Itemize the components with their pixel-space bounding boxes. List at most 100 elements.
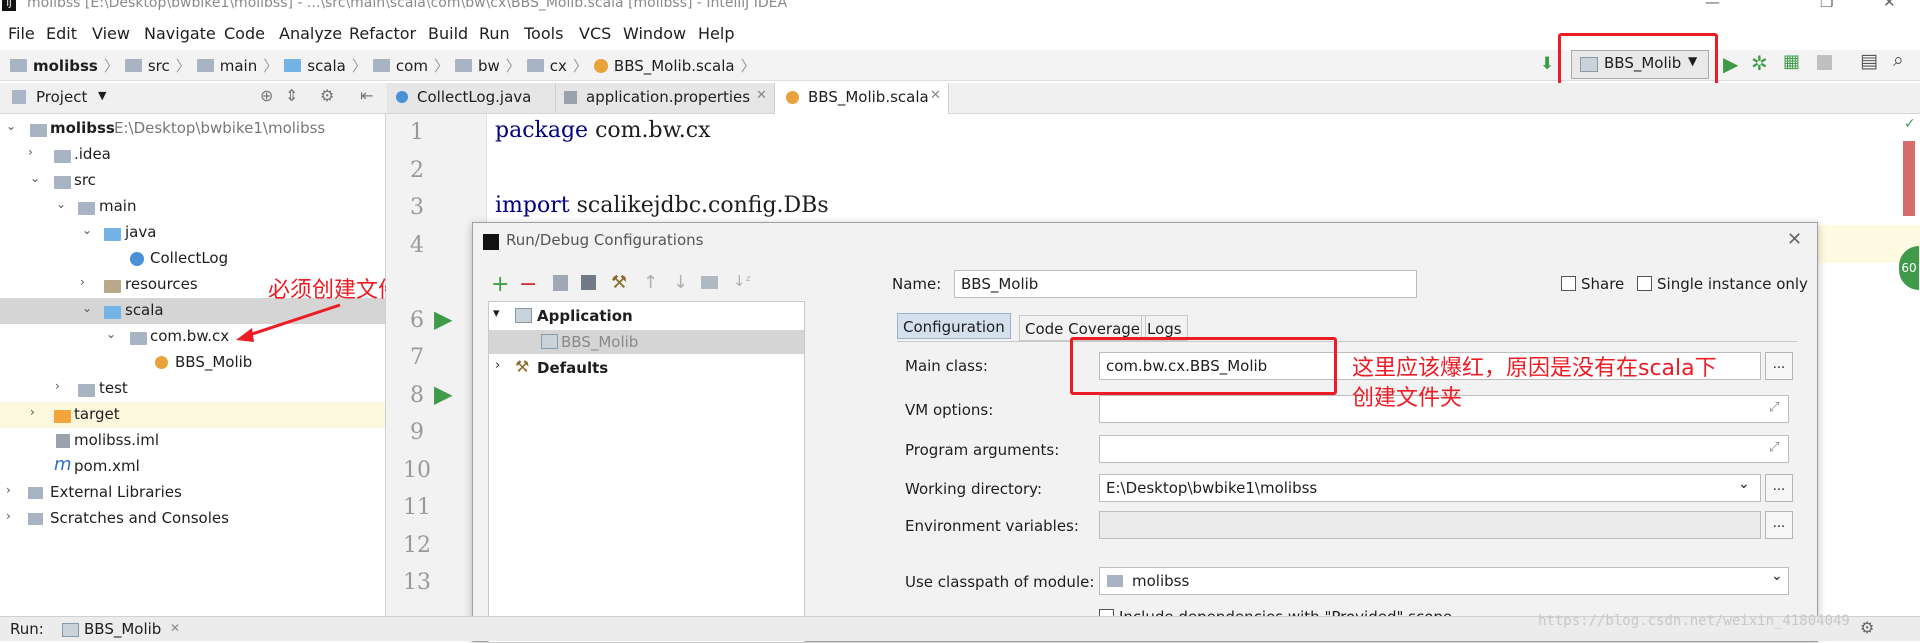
tree-item-molibss[interactable]: ⌄ molibss E:\Desktop\bwbike1\molibss [0, 116, 385, 142]
tree-item-application[interactable]: ▾ Application [489, 304, 804, 328]
tree-item-target[interactable]: › target [0, 402, 385, 428]
maximize-icon[interactable]: ❐ [1820, 0, 1833, 10]
menu-tools[interactable]: Tools [524, 24, 563, 43]
chevron-down-icon[interactable]: ⌄ [6, 119, 16, 133]
chevron-down-icon[interactable]: ⌄ [82, 301, 92, 315]
wrench-icon[interactable]: ⚒ [611, 272, 627, 293]
run-gutter-icon[interactable]: ▶ [434, 380, 452, 408]
expand-icon[interactable]: ⤢ [1769, 400, 1779, 415]
menu-analyze[interactable]: Analyze [279, 24, 342, 43]
tree-item-scratches[interactable]: › Scratches and Consoles [0, 506, 385, 532]
gear-icon[interactable]: ⚙ [320, 86, 334, 105]
collapse-icon[interactable]: ⇕ [285, 86, 298, 105]
menu-run[interactable]: Run [479, 24, 510, 43]
name-input[interactable]: BBS_Molib [954, 270, 1417, 298]
remove-icon[interactable]: − [519, 272, 537, 297]
close-icon[interactable]: ✕ [1883, 0, 1896, 10]
breadcrumb-item[interactable]: bw [478, 57, 500, 75]
search-icon[interactable]: ⌕ [1893, 49, 1904, 71]
chevron-down-icon[interactable]: ⌄ [30, 171, 40, 185]
hide-panel-icon[interactable]: ⇤ [360, 86, 373, 105]
menu-code[interactable]: Code [224, 24, 265, 43]
tree-item-collectlog[interactable]: CollectLog [0, 246, 385, 272]
program-arguments-input[interactable] [1099, 435, 1789, 463]
locate-icon[interactable]: ⊕ [260, 86, 273, 105]
folder-icon[interactable] [701, 276, 718, 289]
menu-file[interactable]: File [8, 24, 35, 43]
tab-bbs-molib[interactable]: BBS_Molib.scala ✕ [775, 83, 949, 114]
menu-window[interactable]: Window [623, 24, 686, 43]
share-checkbox[interactable]: Share [1561, 275, 1624, 293]
menu-help[interactable]: Help [698, 24, 734, 43]
tree-item-pom[interactable]: m pom.xml [0, 454, 385, 480]
breadcrumb-item[interactable]: scala [307, 57, 346, 75]
tree-item-bbs-molib-config[interactable]: BBS_Molib [489, 330, 804, 354]
tree-item-src[interactable]: ⌄ src [0, 168, 385, 194]
menu-build[interactable]: Build [428, 24, 468, 43]
debug-icon[interactable]: ✲ [1751, 51, 1768, 75]
breadcrumb-item[interactable]: com [396, 57, 428, 75]
tree-item-idea[interactable]: › .idea [0, 142, 385, 168]
save-icon[interactable] [581, 275, 596, 290]
chevron-right-icon[interactable]: › [30, 405, 35, 419]
minimize-icon[interactable]: — [1705, 0, 1720, 10]
close-tab-icon[interactable]: ✕ [756, 88, 767, 103]
chevron-down-icon[interactable]: ⌄ [1771, 568, 1783, 584]
project-panel-title[interactable]: Project [36, 88, 87, 106]
chevron-right-icon[interactable]: › [6, 483, 11, 497]
arrow-down-icon[interactable]: ↓ [673, 272, 688, 293]
tab-application-properties[interactable]: application.properties ✕ [556, 83, 775, 113]
chevron-right-icon[interactable]: › [6, 509, 11, 523]
chevron-down-icon[interactable]: ⌄ [56, 197, 66, 211]
chevron-right-icon[interactable]: › [80, 275, 85, 289]
tab-configuration[interactable]: Configuration [897, 313, 1011, 339]
chevron-right-icon[interactable]: › [55, 379, 60, 393]
menu-view[interactable]: View [92, 24, 130, 43]
tree-item-bbs-molib[interactable]: BBS_Molib [0, 350, 385, 376]
close-tab-icon[interactable]: ✕ [170, 621, 180, 635]
tree-item-test[interactable]: › test [0, 376, 385, 402]
build-icon[interactable]: ⬇ [1540, 54, 1554, 74]
tree-item-external-libraries[interactable]: › External Libraries [0, 480, 385, 506]
arrow-up-icon[interactable]: ↑ [643, 272, 658, 293]
breadcrumb-item[interactable]: cx [550, 57, 567, 75]
gear-icon[interactable]: ⚙ [1860, 618, 1874, 637]
project-structure-icon[interactable]: ▤ [1860, 50, 1878, 72]
chevron-down-icon[interactable]: ⌄ [82, 223, 92, 237]
sort-icon[interactable]: ↓ᶻ [733, 272, 751, 290]
add-icon[interactable]: + [491, 272, 509, 297]
run-icon[interactable]: ▶ [1723, 52, 1738, 76]
chevron-down-icon[interactable]: ⌄ [106, 327, 116, 341]
breadcrumb-item[interactable]: src [148, 57, 170, 75]
expand-icon[interactable]: ⤢ [1769, 440, 1779, 455]
menu-vcs[interactable]: VCS [579, 24, 611, 43]
breadcrumb-item[interactable]: molibss [33, 57, 98, 75]
classpath-module-select[interactable]: molibss [1099, 567, 1789, 595]
working-directory-input[interactable]: E:\Desktop\bwbike1\molibss [1099, 474, 1761, 502]
chevron-right-icon[interactable]: › [28, 145, 33, 159]
menu-refactor[interactable]: Refactor [349, 24, 416, 43]
browse-button[interactable]: ... [1765, 511, 1793, 539]
chevron-right-icon[interactable]: › [495, 358, 500, 373]
close-icon[interactable]: ✕ [1787, 229, 1802, 250]
coverage-icon[interactable]: ▦ [1783, 51, 1800, 72]
environment-variables-input[interactable] [1099, 511, 1761, 539]
stop-icon[interactable] [1817, 55, 1832, 70]
tab-collectlog[interactable]: CollectLog.java [387, 83, 556, 113]
menu-edit[interactable]: Edit [46, 24, 77, 43]
chevron-down-icon[interactable]: ▾ [493, 306, 500, 321]
copy-icon[interactable] [553, 275, 568, 291]
run-gutter-icon[interactable]: ▶ [434, 305, 452, 333]
browse-button[interactable]: ... [1765, 352, 1793, 380]
chevron-down-icon[interactable]: ⌄ [1738, 476, 1750, 492]
tree-item-java[interactable]: ⌄ java [0, 220, 385, 246]
menu-navigate[interactable]: Navigate [144, 24, 216, 43]
tree-item-main[interactable]: ⌄ main [0, 194, 385, 220]
browse-button[interactable]: ... [1765, 474, 1793, 502]
run-tab[interactable]: BBS_Molib [84, 620, 161, 638]
tree-item-defaults[interactable]: › ⚒ Defaults [489, 356, 804, 380]
tree-item-molibss-iml[interactable]: molibss.iml [0, 428, 385, 454]
close-tab-icon[interactable]: ✕ [930, 88, 941, 103]
single-instance-checkbox[interactable]: Single instance only [1637, 275, 1808, 293]
breadcrumb-item[interactable]: main [220, 57, 257, 75]
